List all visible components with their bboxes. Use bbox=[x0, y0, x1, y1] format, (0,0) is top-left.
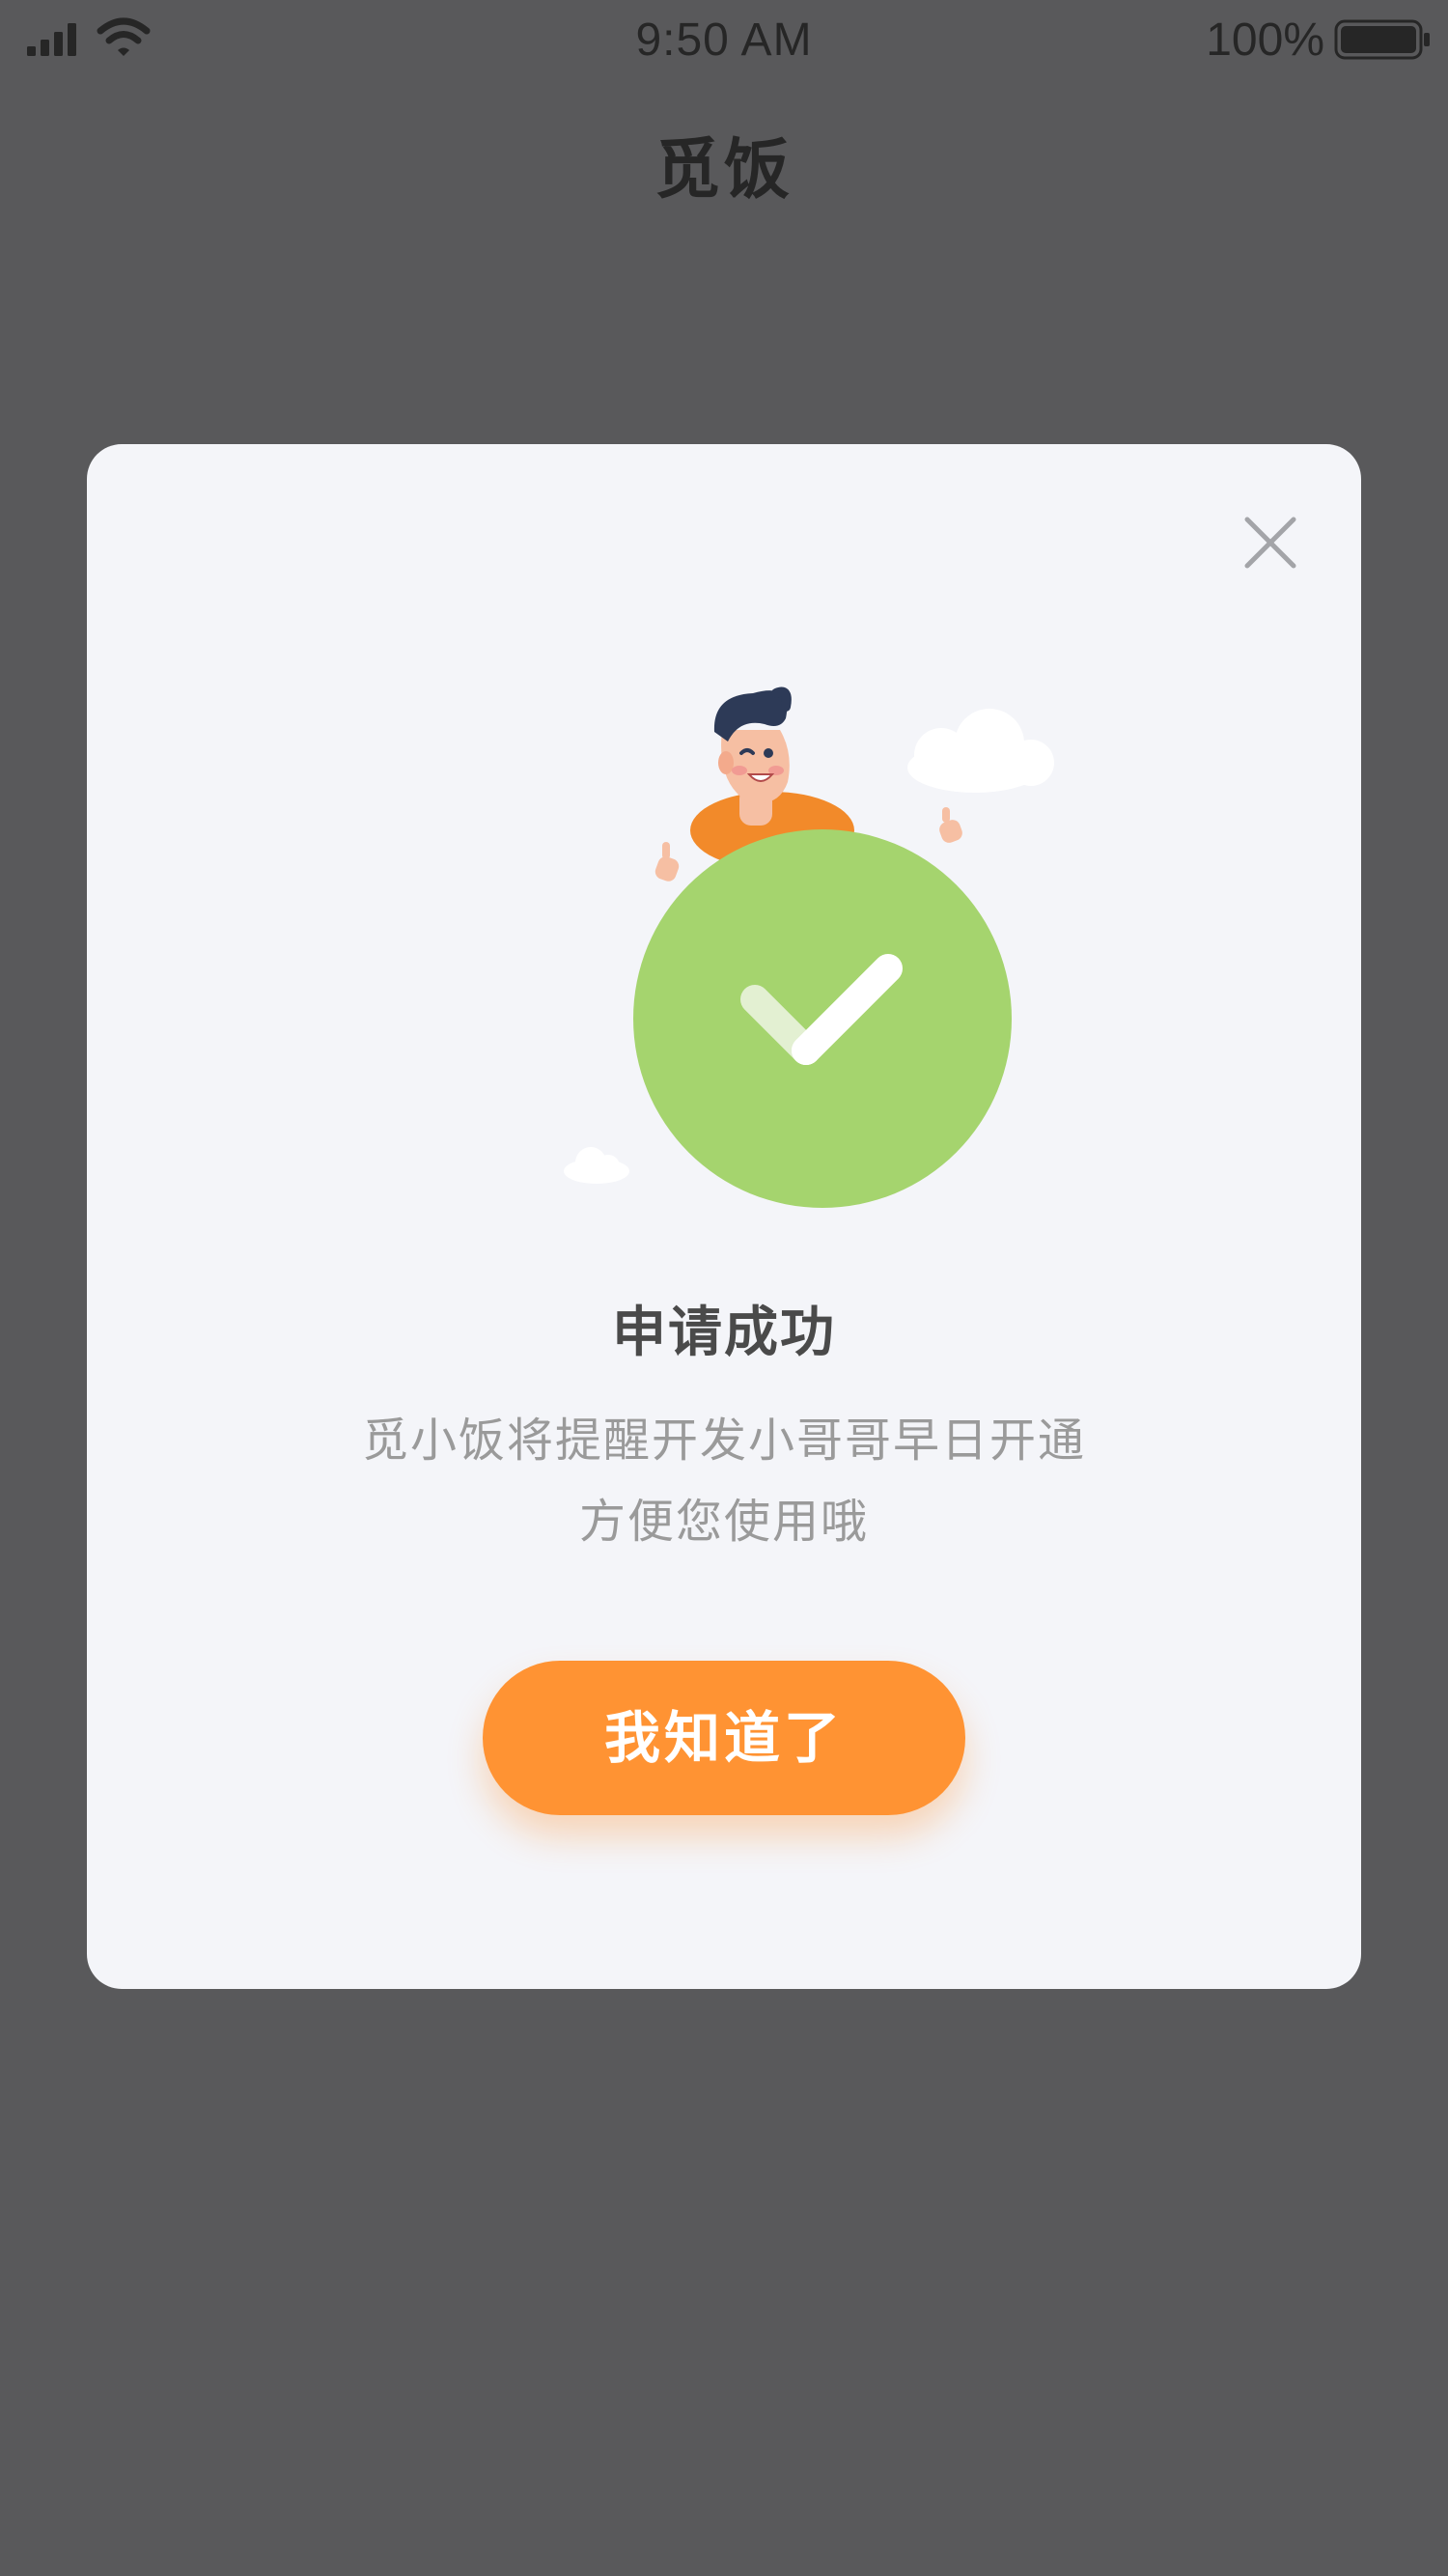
small-cloud-icon bbox=[564, 1147, 629, 1184]
page-title: 觅饭 bbox=[654, 132, 794, 209]
success-dialog: 申请成功 觅小饭将提醒开发小哥哥早日开通 方便您使用哦 我知道了 bbox=[87, 444, 1361, 1989]
character-hand-right bbox=[939, 807, 962, 843]
dialog-message-line2: 方便您使用哦 bbox=[578, 1495, 869, 1549]
dialog-title: 申请成功 bbox=[612, 1302, 836, 1364]
status-bar: 9:50 AM 100% bbox=[0, 0, 1448, 87]
close-button[interactable] bbox=[1239, 512, 1301, 574]
dialog-message: 觅小饭将提醒开发小哥哥早日开通 方便您使用哦 bbox=[87, 1400, 1361, 1562]
cloud-icon bbox=[907, 709, 1054, 793]
confirm-button[interactable]: 我知道了 bbox=[483, 1661, 965, 1815]
character-hand-left bbox=[654, 842, 680, 882]
dialog-message-line1: 觅小饭将提醒开发小哥哥早日开通 bbox=[361, 1414, 1086, 1468]
close-icon bbox=[1244, 517, 1296, 569]
battery-icon bbox=[1334, 19, 1430, 60]
battery-percentage: 100% bbox=[1206, 14, 1324, 66]
success-illustration bbox=[564, 686, 1054, 1208]
